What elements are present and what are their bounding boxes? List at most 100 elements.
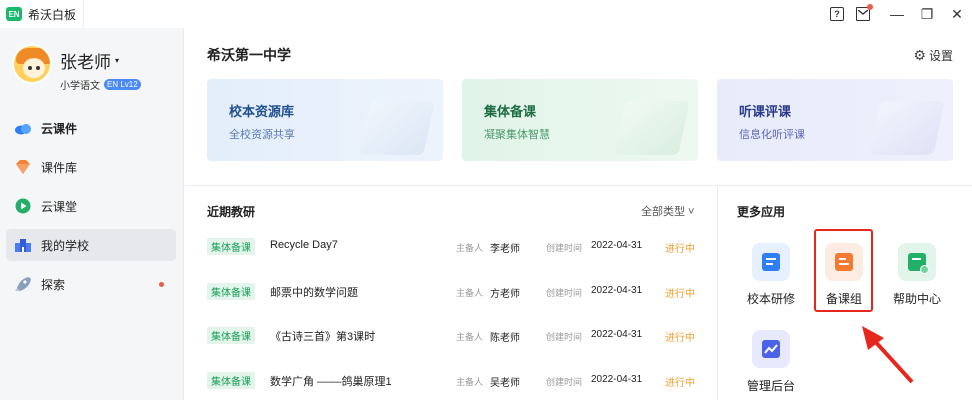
type-filter-dropdown[interactable]: 全部类型 ˅ xyxy=(641,203,694,219)
app-school-training[interactable]: 校本研修 xyxy=(740,243,802,307)
help-icon[interactable]: ? xyxy=(830,7,844,21)
avatar[interactable] xyxy=(12,44,52,84)
host-name: 吴老师 xyxy=(490,377,520,389)
status-badge: 进行中 xyxy=(665,244,695,255)
close-button[interactable]: ✕ xyxy=(942,0,972,28)
host-name: 李老师 xyxy=(490,244,520,255)
created-label: 创建时间 xyxy=(546,243,583,253)
host-label: 主备人 xyxy=(456,376,484,387)
status-badge: 进行中 xyxy=(665,377,695,389)
title-bar: EN 希沃白板 ? — ❐ ✕ xyxy=(0,0,972,28)
school-icon xyxy=(14,237,32,253)
sidebar-item-cloud-classroom[interactable]: 云课堂 xyxy=(6,190,176,222)
card-class-evaluation[interactable]: 听课评课 信息化听评课 xyxy=(717,79,953,161)
level-badge: EN Lv12 xyxy=(104,79,141,90)
page-title: 希沃第一中学 xyxy=(207,47,291,63)
checklist-illustration-icon xyxy=(869,101,945,155)
sidebar-item-cloud-courseware[interactable]: 云课件 xyxy=(6,112,176,144)
notification-dot xyxy=(867,4,873,10)
host-label: 主备人 xyxy=(456,287,484,298)
user-name-dropdown[interactable]: 张老师 ▾ xyxy=(60,48,141,73)
app-admin-console[interactable]: 管理后台 xyxy=(740,330,802,394)
type-tag: 集体备课 xyxy=(207,238,255,255)
app-tab[interactable]: EN 希沃白板 xyxy=(0,0,84,28)
sidebar-item-label: 探索 xyxy=(41,277,66,292)
user-name: 张老师 xyxy=(60,53,111,72)
sidebar-item-label: 云课件 xyxy=(41,121,78,136)
help-center-icon xyxy=(898,243,936,281)
card-title: 校本资源库 xyxy=(229,104,295,119)
type-tag: 集体备课 xyxy=(207,371,255,389)
app-title: 希沃白板 xyxy=(28,7,77,22)
sidebar-nav: 云课件 课件库 云课堂 我的学校 探索 xyxy=(6,112,176,307)
gem-icon xyxy=(14,159,32,175)
sidebar-item-label: 我的学校 xyxy=(41,238,90,253)
list-item[interactable]: 集体备课 邮票中的数学问题 主备人 方老师 创建时间 2022-04-31 进行… xyxy=(207,277,697,322)
created-date: 2022-04-31 xyxy=(591,284,643,296)
type-tag: 集体备课 xyxy=(207,327,255,344)
recent-research-title: 近期教研 xyxy=(207,205,256,219)
list-item[interactable]: 集体备课 《古诗三首》第3课时 主备人 陈老师 创建时间 2022-04-31 … xyxy=(207,321,697,366)
list-item[interactable]: 集体备课 数学广角 ––––鸽巢原理1 主备人 吴老师 创建时间 2022-04… xyxy=(207,366,697,400)
highlight-box xyxy=(814,229,873,312)
notification-dot xyxy=(159,282,164,287)
pen-paper-illustration-icon xyxy=(614,101,690,155)
list-item[interactable]: 集体备课 Recycle Day7 主备人 李老师 创建时间 2022-04-3… xyxy=(207,232,697,277)
sidebar-item-label: 课件库 xyxy=(41,160,78,175)
app-label: 管理后台 xyxy=(746,379,795,393)
play-circle-icon xyxy=(14,198,32,214)
item-title: 《古诗三首》第3课时 xyxy=(270,331,376,343)
status-badge: 进行中 xyxy=(665,288,695,300)
more-apps-title: 更多应用 xyxy=(737,205,786,219)
sidebar-item-label: 云课堂 xyxy=(41,199,78,214)
minimize-button[interactable]: — xyxy=(882,0,912,28)
cloud-icon xyxy=(14,120,32,136)
divider xyxy=(185,185,972,186)
main-content: 希沃第一中学 ⚙ 设置 校本资源库 全校资源共享 集体备课 凝聚集体智慧 听课评… xyxy=(185,28,972,400)
app-label: 帮助中心 xyxy=(892,292,941,306)
sidebar-item-courseware-library[interactable]: 课件库 xyxy=(6,151,176,183)
divider xyxy=(717,186,718,400)
admin-chart-icon xyxy=(752,330,790,368)
rocket-icon xyxy=(14,276,32,292)
sidebar: 张老师 ▾ 小学语文 EN Lv12 云课件 课件库 云课堂 我的学校 探索 xyxy=(0,28,184,400)
sidebar-item-explore[interactable]: 探索 xyxy=(6,268,176,300)
host-label: 主备人 xyxy=(456,332,484,342)
card-title: 集体备课 xyxy=(484,104,537,119)
card-subtitle: 信息化听评课 xyxy=(739,129,805,141)
user-profile[interactable]: 张老师 ▾ 小学语文 EN Lv12 xyxy=(12,44,141,92)
card-title: 听课评课 xyxy=(739,104,792,119)
card-school-resources[interactable]: 校本资源库 全校资源共享 xyxy=(207,79,443,161)
sidebar-item-my-school[interactable]: 我的学校 xyxy=(6,229,176,261)
user-subject: 小学语文 xyxy=(60,81,100,92)
created-date: 2022-04-31 xyxy=(591,329,643,340)
app-label: 校本研修 xyxy=(746,292,795,306)
message-icon[interactable] xyxy=(856,4,873,21)
card-collective-lesson-prep[interactable]: 集体备课 凝聚集体智慧 xyxy=(462,79,698,161)
created-label: 创建时间 xyxy=(546,332,583,342)
caret-down-icon: ▾ xyxy=(115,56,120,65)
card-subtitle: 全校资源共享 xyxy=(229,129,295,141)
app-help-center[interactable]: 帮助中心 xyxy=(886,243,948,307)
settings-button[interactable]: ⚙ 设置 xyxy=(913,47,953,64)
type-tag: 集体备课 xyxy=(207,282,255,300)
host-name: 方老师 xyxy=(490,288,520,300)
gear-icon: ⚙ xyxy=(913,47,926,63)
host-name: 陈老师 xyxy=(490,333,520,344)
recent-research-list: 集体备课 Recycle Day7 主备人 李老师 创建时间 2022-04-3… xyxy=(207,232,697,400)
item-title: 邮票中的数学问题 xyxy=(270,286,358,299)
card-subtitle: 凝聚集体智慧 xyxy=(484,129,550,141)
document-icon xyxy=(752,243,790,281)
restore-button[interactable]: ❐ xyxy=(912,0,942,28)
settings-label: 设置 xyxy=(928,49,953,63)
app-logo-icon: EN xyxy=(6,7,22,21)
created-label: 创建时间 xyxy=(546,376,583,387)
host-label: 主备人 xyxy=(456,243,484,253)
item-title: 数学广角 ––––鸽巢原理1 xyxy=(270,375,392,388)
created-date: 2022-04-31 xyxy=(591,240,643,251)
created-label: 创建时间 xyxy=(546,287,583,298)
created-date: 2022-04-31 xyxy=(591,373,643,385)
item-title: Recycle Day7 xyxy=(270,239,338,251)
folder-illustration-icon xyxy=(359,101,435,155)
status-badge: 进行中 xyxy=(665,333,695,344)
